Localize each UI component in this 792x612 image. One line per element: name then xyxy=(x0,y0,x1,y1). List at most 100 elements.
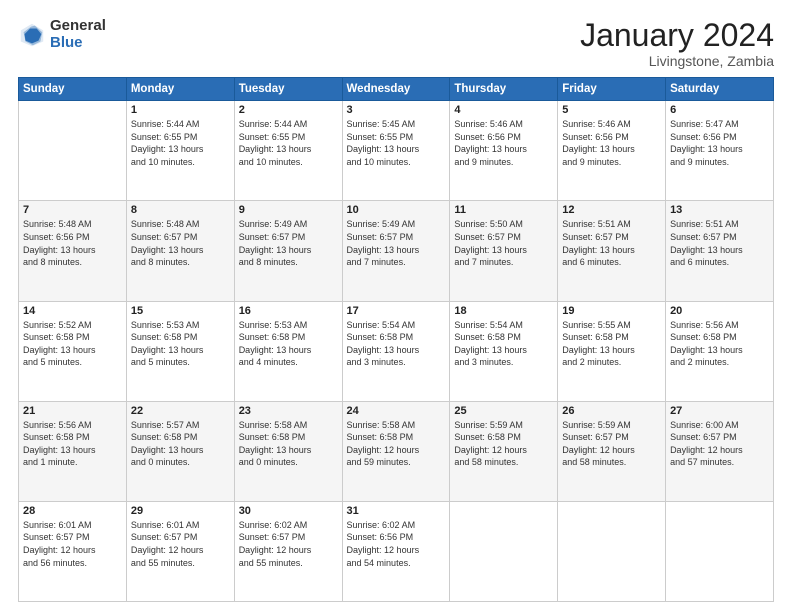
day-info: Sunrise: 6:02 AM Sunset: 6:57 PM Dayligh… xyxy=(239,519,338,569)
table-row: 1 Sunrise: 5:44 AM Sunset: 6:55 PM Daylig… xyxy=(126,101,234,201)
title-block: January 2024 Livingstone, Zambia xyxy=(580,18,774,69)
day-number: 5 xyxy=(562,104,661,116)
day-info: Sunrise: 5:59 AM Sunset: 6:58 PM Dayligh… xyxy=(454,419,553,469)
day-number: 28 xyxy=(23,505,122,517)
day-number: 27 xyxy=(670,405,769,417)
table-row: 24 Sunrise: 5:58 AM Sunset: 6:58 PM Dayli… xyxy=(342,401,450,501)
day-info: Sunrise: 5:47 AM Sunset: 6:56 PM Dayligh… xyxy=(670,118,769,168)
table-row: 3Sunrise: 5:45 AM Sunset: 6:55 PM Daylig… xyxy=(342,101,450,201)
day-info: Sunrise: 5:54 AM Sunset: 6:58 PM Dayligh… xyxy=(454,319,553,369)
col-wednesday: Wednesday xyxy=(342,78,450,101)
day-number: 22 xyxy=(131,405,230,417)
month-title: January 2024 xyxy=(580,18,774,53)
table-row xyxy=(666,501,774,601)
table-row: 11Sunrise: 5:50 AM Sunset: 6:57 PM Dayli… xyxy=(450,201,558,301)
col-sunday: Sunday xyxy=(19,78,127,101)
logo-icon xyxy=(18,21,46,49)
day-number: 8 xyxy=(131,204,230,216)
table-row: 27 Sunrise: 6:00 AM Sunset: 6:57 PM Dayli… xyxy=(666,401,774,501)
location: Livingstone, Zambia xyxy=(580,53,774,69)
day-info: Sunrise: 5:44 AM Sunset: 6:55 PM Dayligh… xyxy=(239,118,338,168)
calendar-week-row: 28 Sunrise: 6:01 AM Sunset: 6:57 PM Dayli… xyxy=(19,501,774,601)
day-info: Sunrise: 5:56 AM Sunset: 6:58 PM Dayligh… xyxy=(23,419,122,469)
table-row: 8Sunrise: 5:48 AM Sunset: 6:57 PM Daylig… xyxy=(126,201,234,301)
day-info: Sunrise: 5:48 AM Sunset: 6:56 PM Dayligh… xyxy=(23,218,122,268)
day-info: Sunrise: 6:02 AM Sunset: 6:56 PM Dayligh… xyxy=(347,519,446,569)
day-info: Sunrise: 5:56 AM Sunset: 6:58 PM Dayligh… xyxy=(670,319,769,369)
table-row: 14 Sunrise: 5:52 AM Sunset: 6:58 PM Dayli… xyxy=(19,301,127,401)
day-info: Sunrise: 5:54 AM Sunset: 6:58 PM Dayligh… xyxy=(347,319,446,369)
col-tuesday: Tuesday xyxy=(234,78,342,101)
logo-text: General Blue xyxy=(50,18,106,51)
day-info: Sunrise: 5:52 AM Sunset: 6:58 PM Dayligh… xyxy=(23,319,122,369)
day-number: 10 xyxy=(347,204,446,216)
table-row: 2 Sunrise: 5:44 AM Sunset: 6:55 PM Daylig… xyxy=(234,101,342,201)
day-number: 2 xyxy=(239,104,338,116)
table-row xyxy=(558,501,666,601)
day-info: Sunrise: 5:58 AM Sunset: 6:58 PM Dayligh… xyxy=(239,419,338,469)
day-number: 21 xyxy=(23,405,122,417)
day-info: Sunrise: 6:00 AM Sunset: 6:57 PM Dayligh… xyxy=(670,419,769,469)
day-info: Sunrise: 5:46 AM Sunset: 6:56 PM Dayligh… xyxy=(562,118,661,168)
logo: General Blue xyxy=(18,18,106,51)
calendar-header-row: Sunday Monday Tuesday Wednesday Thursday… xyxy=(19,78,774,101)
day-number: 6 xyxy=(670,104,769,116)
day-number: 4 xyxy=(454,104,553,116)
day-number: 1 xyxy=(131,104,230,116)
table-row: 16 Sunrise: 5:53 AM Sunset: 6:58 PM Dayli… xyxy=(234,301,342,401)
table-row: 20 Sunrise: 5:56 AM Sunset: 6:58 PM Dayli… xyxy=(666,301,774,401)
table-row xyxy=(19,101,127,201)
logo-general: General xyxy=(50,18,106,35)
day-info: Sunrise: 5:55 AM Sunset: 6:58 PM Dayligh… xyxy=(562,319,661,369)
day-number: 7 xyxy=(23,204,122,216)
day-number: 26 xyxy=(562,405,661,417)
day-info: Sunrise: 5:44 AM Sunset: 6:55 PM Dayligh… xyxy=(131,118,230,168)
calendar-week-row: 1 Sunrise: 5:44 AM Sunset: 6:55 PM Daylig… xyxy=(19,101,774,201)
day-info: Sunrise: 5:45 AM Sunset: 6:55 PM Dayligh… xyxy=(347,118,446,168)
table-row: 31 Sunrise: 6:02 AM Sunset: 6:56 PM Dayli… xyxy=(342,501,450,601)
table-row: 25 Sunrise: 5:59 AM Sunset: 6:58 PM Dayli… xyxy=(450,401,558,501)
calendar-week-row: 14 Sunrise: 5:52 AM Sunset: 6:58 PM Dayli… xyxy=(19,301,774,401)
day-number: 23 xyxy=(239,405,338,417)
table-row: 13Sunrise: 5:51 AM Sunset: 6:57 PM Dayli… xyxy=(666,201,774,301)
table-row: 26 Sunrise: 5:59 AM Sunset: 6:57 PM Dayli… xyxy=(558,401,666,501)
day-info: Sunrise: 5:46 AM Sunset: 6:56 PM Dayligh… xyxy=(454,118,553,168)
day-number: 16 xyxy=(239,305,338,317)
day-number: 19 xyxy=(562,305,661,317)
table-row: 9Sunrise: 5:49 AM Sunset: 6:57 PM Daylig… xyxy=(234,201,342,301)
day-info: Sunrise: 5:49 AM Sunset: 6:57 PM Dayligh… xyxy=(347,218,446,268)
day-info: Sunrise: 6:01 AM Sunset: 6:57 PM Dayligh… xyxy=(131,519,230,569)
day-number: 12 xyxy=(562,204,661,216)
day-info: Sunrise: 5:49 AM Sunset: 6:57 PM Dayligh… xyxy=(239,218,338,268)
day-info: Sunrise: 5:59 AM Sunset: 6:57 PM Dayligh… xyxy=(562,419,661,469)
col-monday: Monday xyxy=(126,78,234,101)
table-row: 19 Sunrise: 5:55 AM Sunset: 6:58 PM Dayli… xyxy=(558,301,666,401)
day-info: Sunrise: 5:58 AM Sunset: 6:58 PM Dayligh… xyxy=(347,419,446,469)
day-number: 29 xyxy=(131,505,230,517)
day-number: 14 xyxy=(23,305,122,317)
day-number: 25 xyxy=(454,405,553,417)
col-thursday: Thursday xyxy=(450,78,558,101)
calendar-week-row: 21 Sunrise: 5:56 AM Sunset: 6:58 PM Dayli… xyxy=(19,401,774,501)
table-row: 5 Sunrise: 5:46 AM Sunset: 6:56 PM Daylig… xyxy=(558,101,666,201)
day-info: Sunrise: 5:53 AM Sunset: 6:58 PM Dayligh… xyxy=(239,319,338,369)
table-row: 29 Sunrise: 6:01 AM Sunset: 6:57 PM Dayli… xyxy=(126,501,234,601)
table-row: 22Sunrise: 5:57 AM Sunset: 6:58 PM Dayli… xyxy=(126,401,234,501)
day-info: Sunrise: 5:53 AM Sunset: 6:58 PM Dayligh… xyxy=(131,319,230,369)
day-number: 24 xyxy=(347,405,446,417)
day-number: 20 xyxy=(670,305,769,317)
day-number: 13 xyxy=(670,204,769,216)
table-row: 10 Sunrise: 5:49 AM Sunset: 6:57 PM Dayli… xyxy=(342,201,450,301)
calendar-week-row: 7 Sunrise: 5:48 AM Sunset: 6:56 PM Daylig… xyxy=(19,201,774,301)
table-row: 7 Sunrise: 5:48 AM Sunset: 6:56 PM Daylig… xyxy=(19,201,127,301)
calendar: Sunday Monday Tuesday Wednesday Thursday… xyxy=(18,77,774,602)
logo-blue: Blue xyxy=(50,35,106,52)
table-row: 15Sunrise: 5:53 AM Sunset: 6:58 PM Dayli… xyxy=(126,301,234,401)
day-number: 17 xyxy=(347,305,446,317)
table-row: 12 Sunrise: 5:51 AM Sunset: 6:57 PM Dayli… xyxy=(558,201,666,301)
day-info: Sunrise: 5:51 AM Sunset: 6:57 PM Dayligh… xyxy=(562,218,661,268)
table-row: 21 Sunrise: 5:56 AM Sunset: 6:58 PM Dayli… xyxy=(19,401,127,501)
day-number: 31 xyxy=(347,505,446,517)
table-row: 28Sunrise: 6:01 AM Sunset: 6:57 PM Dayli… xyxy=(19,501,127,601)
table-row: 30Sunrise: 6:02 AM Sunset: 6:57 PM Dayli… xyxy=(234,501,342,601)
